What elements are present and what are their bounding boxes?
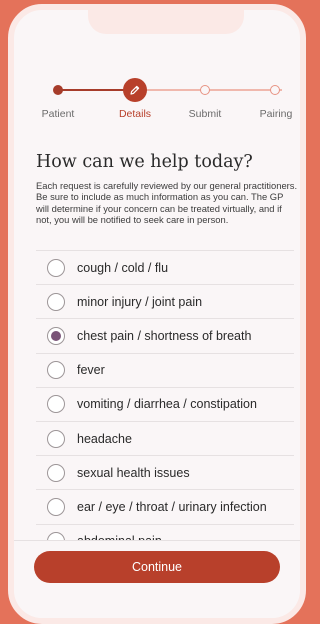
option-label: cough / cold / flu (77, 260, 169, 275)
step-patient-dot[interactable] (53, 85, 63, 95)
radio-button-selected[interactable] (47, 326, 65, 345)
step-submit-dot (200, 85, 210, 95)
radio-button[interactable] (47, 361, 65, 380)
page-title: How can we help today? (36, 152, 253, 172)
stepper-line-remaining (140, 89, 282, 91)
radio-button[interactable] (47, 463, 65, 482)
step-pairing-dot (270, 85, 280, 95)
radio-button[interactable] (47, 497, 65, 516)
radio-button[interactable] (47, 292, 65, 311)
option-fever[interactable]: fever (36, 354, 294, 388)
bottom-action-bar: Continue (14, 540, 300, 618)
pencil-icon (130, 85, 140, 95)
option-headache[interactable]: headache (36, 422, 294, 457)
option-ear-eye-throat[interactable]: ear / eye / throat / urinary infection (36, 490, 294, 525)
stepper-line-complete (57, 89, 130, 91)
option-chest-pain[interactable]: chest pain / shortness of breath (36, 319, 294, 354)
phone-frame: Patient Details Submit Pairing How can w… (8, 4, 306, 624)
step-details-dot (123, 78, 147, 102)
option-label: sexual health issues (77, 465, 190, 480)
option-label: vomiting / diarrhea / constipation (77, 397, 257, 412)
option-minor-injury[interactable]: minor injury / joint pain (36, 285, 294, 320)
radio-button[interactable] (47, 258, 65, 277)
option-label: minor injury / joint pain (77, 294, 203, 309)
option-label: headache (77, 431, 132, 446)
option-vomiting[interactable]: vomiting / diarrhea / constipation (36, 388, 294, 422)
concern-options-list: cough / cold / flu minor injury / joint … (36, 250, 294, 559)
option-label: fever (77, 363, 105, 378)
step-submit-label: Submit (188, 108, 222, 120)
step-details-label: Details (118, 108, 152, 120)
radio-button[interactable] (47, 429, 65, 448)
intro-text: Each request is carefully reviewed by ou… (36, 180, 298, 226)
option-label: ear / eye / throat / urinary infection (77, 499, 267, 514)
option-sexual-health[interactable]: sexual health issues (36, 456, 294, 491)
step-patient-label[interactable]: Patient (23, 108, 93, 120)
progress-stepper: Patient Details Submit Pairing (14, 76, 300, 126)
continue-button[interactable]: Continue (34, 551, 280, 583)
radio-selected-dot (51, 330, 61, 341)
option-cough-cold-flu[interactable]: cough / cold / flu (36, 251, 294, 286)
option-label: chest pain / shortness of breath (77, 328, 252, 343)
radio-button[interactable] (47, 395, 65, 414)
step-pairing-label: Pairing (259, 108, 293, 120)
phone-notch (88, 10, 244, 34)
